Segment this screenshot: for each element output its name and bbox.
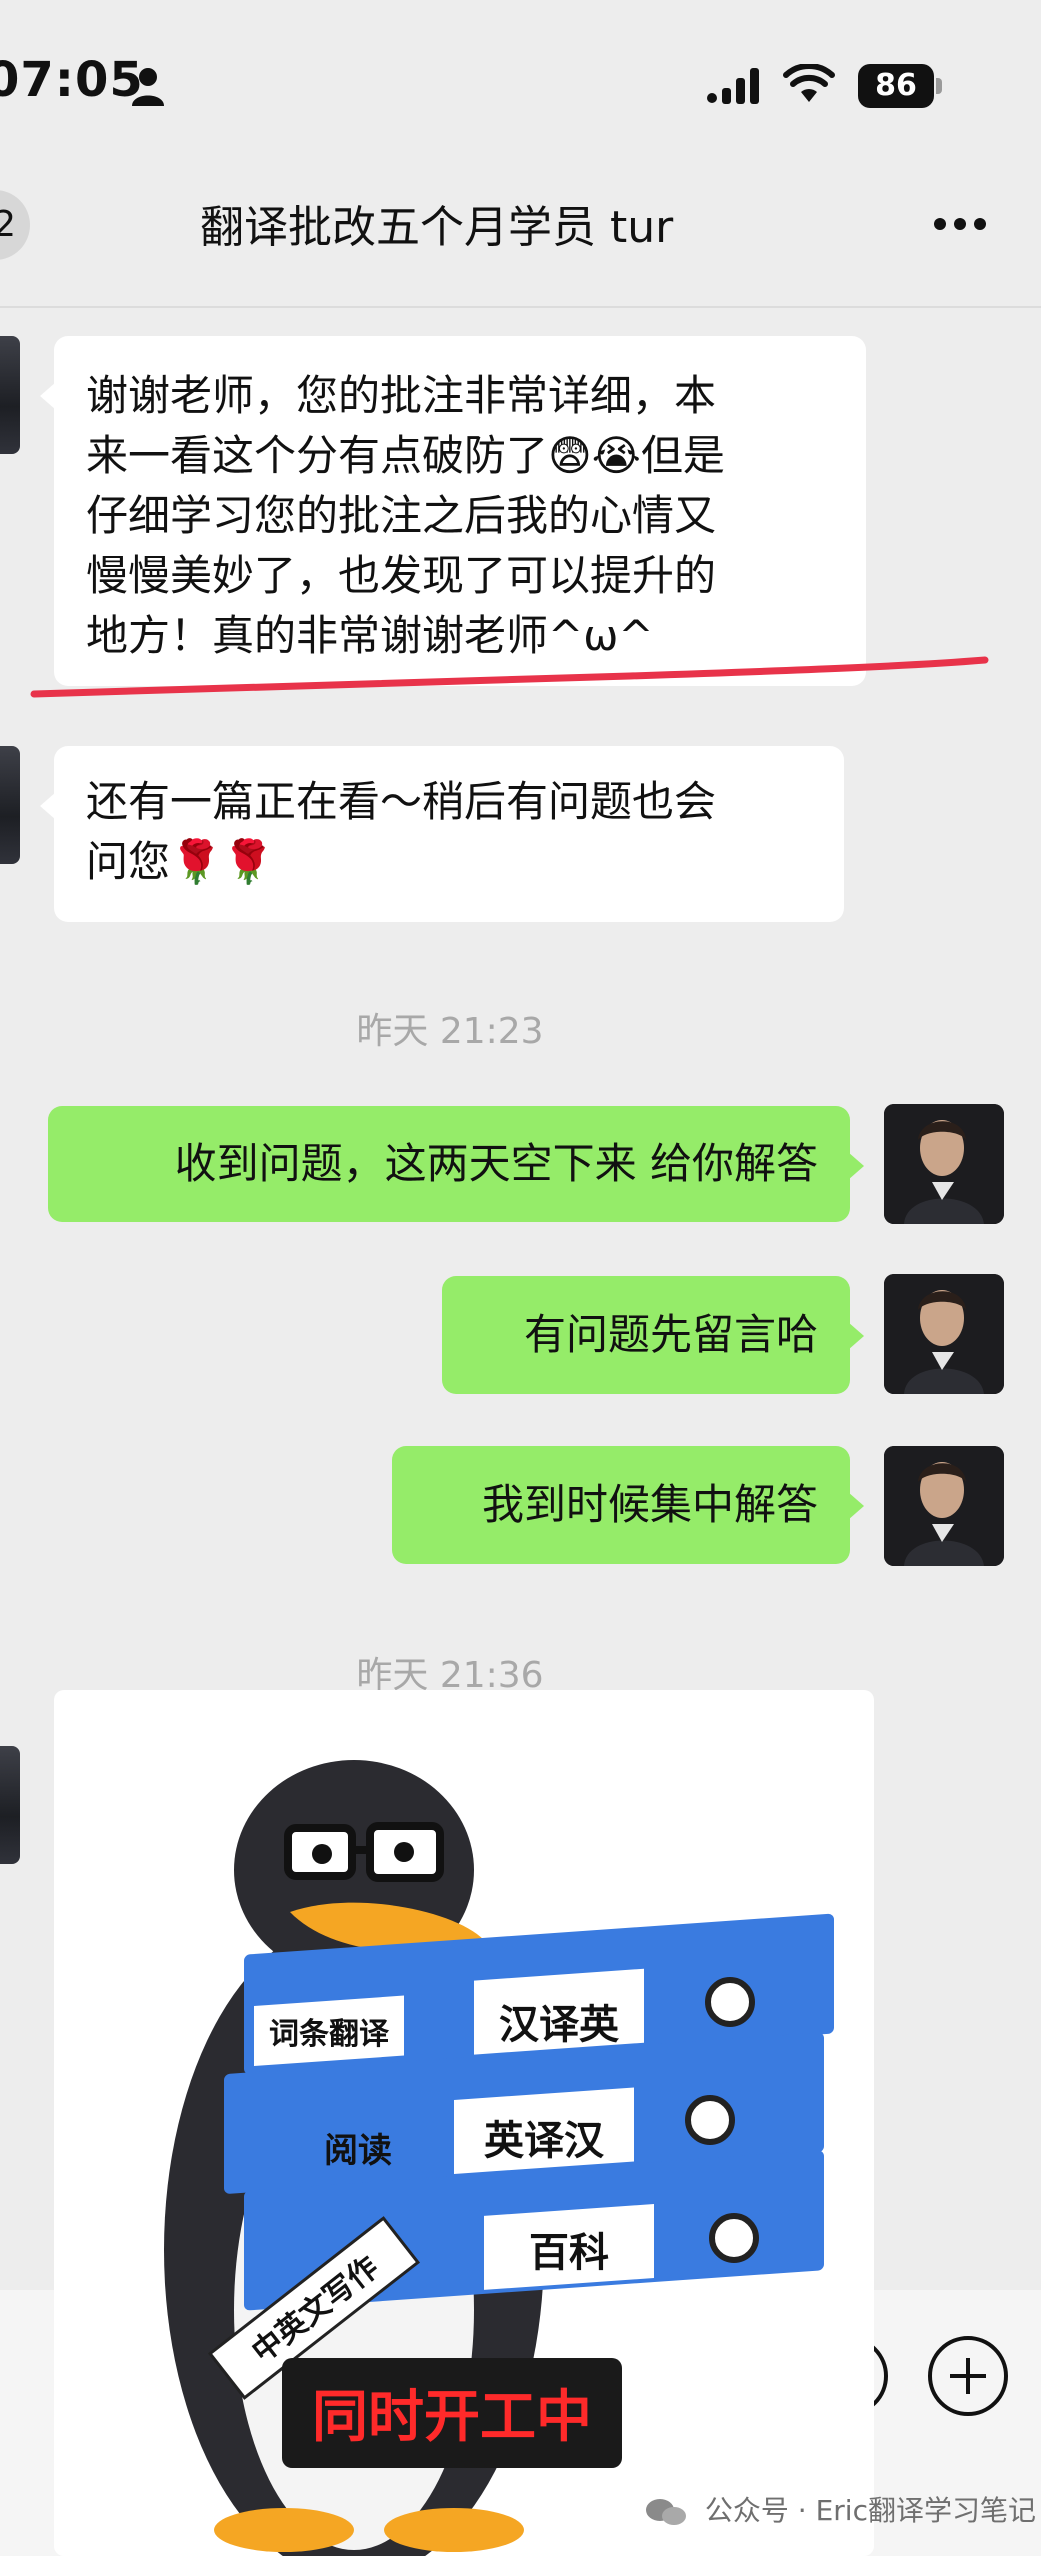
status-time: 07:05 — [0, 52, 144, 108]
side-label: 词条翻译 — [269, 2017, 390, 2052]
message-line: 仔细学习您的批注之后我的心情又 — [86, 491, 717, 540]
message-bubble[interactable]: 还有一篇正在看～稍后有问题也会 问您🌹🌹 — [40, 746, 844, 922]
message-line: 来一看这个分有点破防了😨😭但是 — [86, 431, 725, 480]
message-line: 我到时候集中解答 — [481, 1480, 818, 1529]
avatar[interactable] — [0, 336, 20, 454]
wechat-logo-icon — [646, 2499, 686, 2525]
folder-label: 百科 — [529, 2230, 609, 2276]
avatar[interactable] — [884, 1104, 1004, 1224]
nav-divider — [0, 306, 1041, 308]
more-icon[interactable] — [934, 218, 986, 232]
avatar[interactable] — [0, 1746, 20, 1864]
avatar[interactable] — [0, 746, 20, 864]
sticker-message[interactable]: 汉译英 英译汉 百科 词条翻译 阅读 中英文写作 同时开工中 — [54, 1690, 874, 2556]
battery-tip — [936, 78, 942, 94]
plus-icon[interactable] — [928, 2336, 1008, 2416]
message-bubble[interactable]: 谢谢老师，您的批注非常详细，本 来一看这个分有点破防了😨😭但是 仔细学习您的批注… — [40, 336, 866, 686]
folder-label: 英译汉 — [484, 2118, 605, 2164]
timestamp: 昨天 21:23 — [356, 1011, 544, 1052]
message-line: 收到问题，这两天空下来 给你解答 — [174, 1139, 818, 1188]
message-line: 慢慢美妙了，也发现了可以提升的 — [86, 551, 717, 600]
avatar[interactable] — [884, 1446, 1004, 1566]
avatar[interactable] — [884, 1274, 1004, 1394]
watermark: 公众号 · Eric翻译学习笔记 — [644, 2486, 1041, 2536]
chat-title: 翻译批改五个月学员 tur — [200, 202, 674, 253]
watermark-text: 公众号 · Eric翻译学习笔记 — [704, 2494, 1036, 2527]
folder-label: 汉译英 — [499, 2002, 620, 2048]
message-bubble[interactable]: 收到问题，这两天空下来 给你解答 — [48, 1106, 864, 1222]
message-line: 谢谢老师，您的批注非常详细，本 — [86, 371, 717, 420]
banner-text: 同时开工中 — [312, 2385, 592, 2450]
message-line: 问您🌹🌹 — [86, 837, 275, 886]
message-bubble[interactable]: 有问题先留言哈 — [442, 1276, 864, 1394]
message-bubble[interactable]: 我到时候集中解答 — [392, 1446, 864, 1564]
red-underline-annotation — [30, 656, 989, 698]
message-line: 有问题先留言哈 — [523, 1310, 818, 1359]
signal-icon — [707, 68, 759, 104]
back-button[interactable]: 2 — [0, 190, 30, 260]
wifi-icon — [783, 64, 835, 102]
status-bar: 07:05 86 — [0, 0, 1041, 170]
person-icon — [132, 68, 164, 106]
side-label: 阅读 — [324, 2131, 392, 2171]
battery-indicator: 86 — [858, 64, 934, 108]
message-line: 还有一篇正在看～稍后有问题也会 — [86, 777, 717, 826]
